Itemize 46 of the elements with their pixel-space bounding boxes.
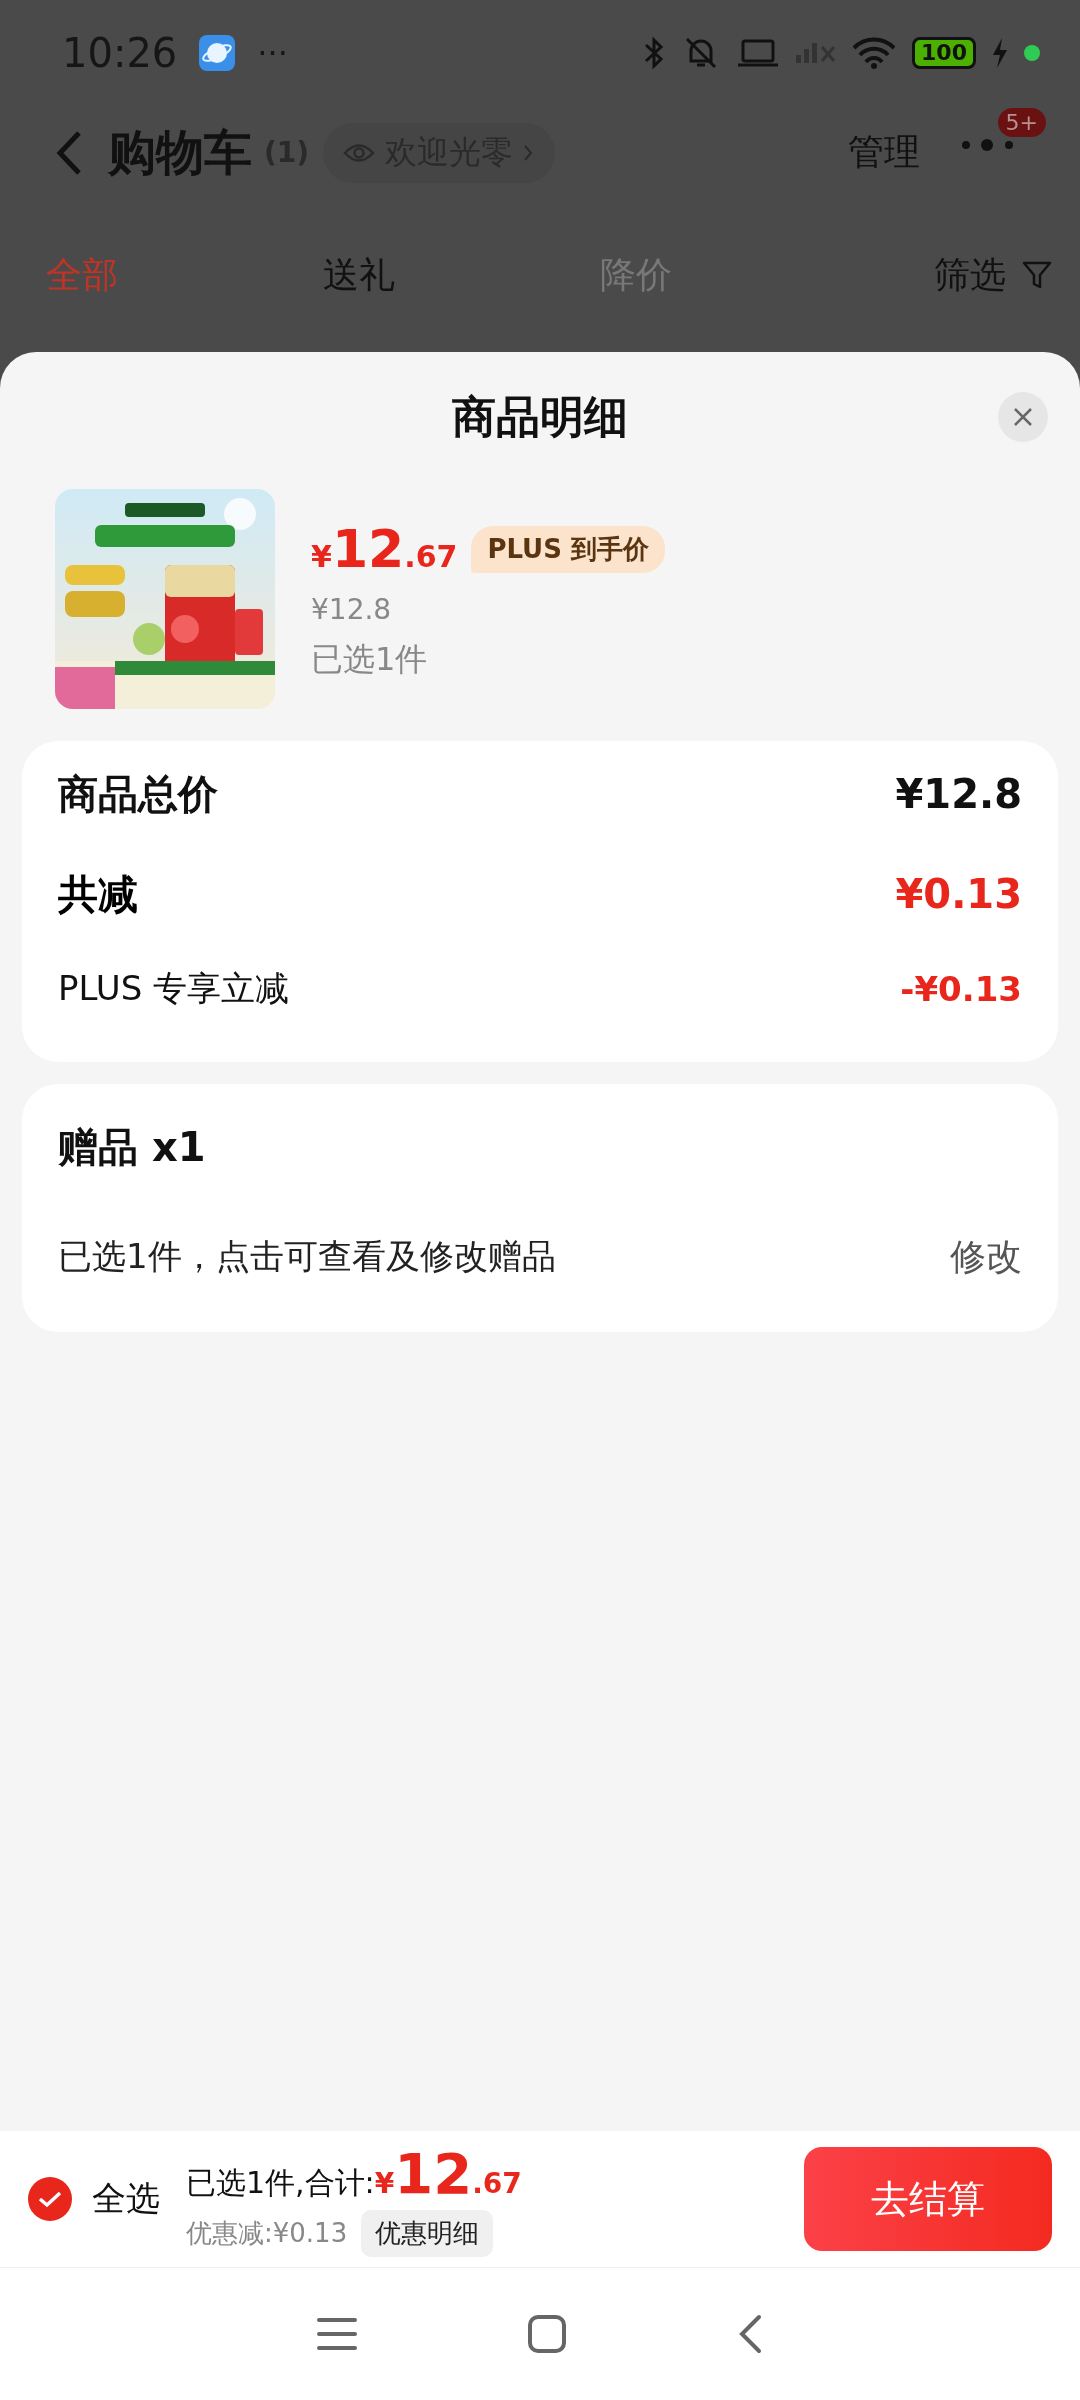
eye-icon <box>343 141 376 164</box>
total-price: ¥12.67 <box>374 2141 522 2206</box>
filter-tab[interactable]: 全部 <box>46 250 118 300</box>
sheet-title: 商品明细 <box>452 389 628 444</box>
deal-price: ¥12.67 PLUS 到手价 <box>311 519 665 579</box>
filter-tab[interactable]: 送礼 <box>323 250 395 300</box>
gift-card[interactable]: 赠品 x1 已选1件，点击可查看及修改赠品 修改 <box>22 1084 1058 1332</box>
summary-value: -¥0.13 <box>900 969 1022 1009</box>
laptop-icon <box>737 37 780 68</box>
menu-icon[interactable] <box>317 2317 357 2351</box>
more-notifications: ··· <box>257 33 288 72</box>
bluetooth-icon <box>643 34 666 71</box>
page-title: 购物车 <box>108 122 252 182</box>
original-price: ¥12.8 <box>311 593 393 626</box>
gift-title: 赠品 x1 <box>58 1122 207 1172</box>
summary-value: ¥12.8 <box>895 771 1022 817</box>
notification-badge: 5+ <box>997 107 1046 137</box>
chevron-right-icon <box>523 143 534 162</box>
gift-description: 已选1件，点击可查看及修改赠品 <box>58 1235 556 1278</box>
select-all-checkbox[interactable] <box>28 2177 72 2221</box>
discount-amount: 优惠减:¥0.13 <box>186 2217 348 2250</box>
charging-icon <box>992 37 1008 68</box>
summary-label: PLUS 专享立减 <box>58 967 290 1010</box>
battery-level: 100 <box>912 36 976 69</box>
summary-value: ¥0.13 <box>895 871 1022 917</box>
checkout-button[interactable]: 去结算 <box>804 2147 1052 2251</box>
status-dot-icon <box>1024 44 1040 61</box>
selected-count: 已选1件 <box>311 639 429 680</box>
signal-icon <box>795 41 837 64</box>
check-icon <box>38 2190 62 2208</box>
manage-button[interactable]: 管理 <box>848 128 920 177</box>
wifi-icon <box>852 36 897 69</box>
discount-detail-button[interactable]: 优惠明细 <box>361 2210 494 2257</box>
close-button[interactable] <box>998 392 1048 442</box>
select-all-label: 全选 <box>92 2177 160 2220</box>
app-icon <box>199 34 236 71</box>
summary-label: 商品总价 <box>58 769 218 819</box>
back-icon[interactable] <box>737 2314 763 2354</box>
modify-link[interactable]: 修改 <box>950 1232 1022 1282</box>
summary-label: 共减 <box>58 869 138 919</box>
filter-icon <box>1022 260 1052 290</box>
plus-price-tag: PLUS 到手价 <box>471 525 665 573</box>
close-icon <box>1013 407 1033 427</box>
total-label: 已选1件,合计: <box>186 2164 375 2202</box>
home-icon[interactable] <box>527 2314 567 2354</box>
filter-button[interactable]: 筛选 <box>934 250 1006 300</box>
